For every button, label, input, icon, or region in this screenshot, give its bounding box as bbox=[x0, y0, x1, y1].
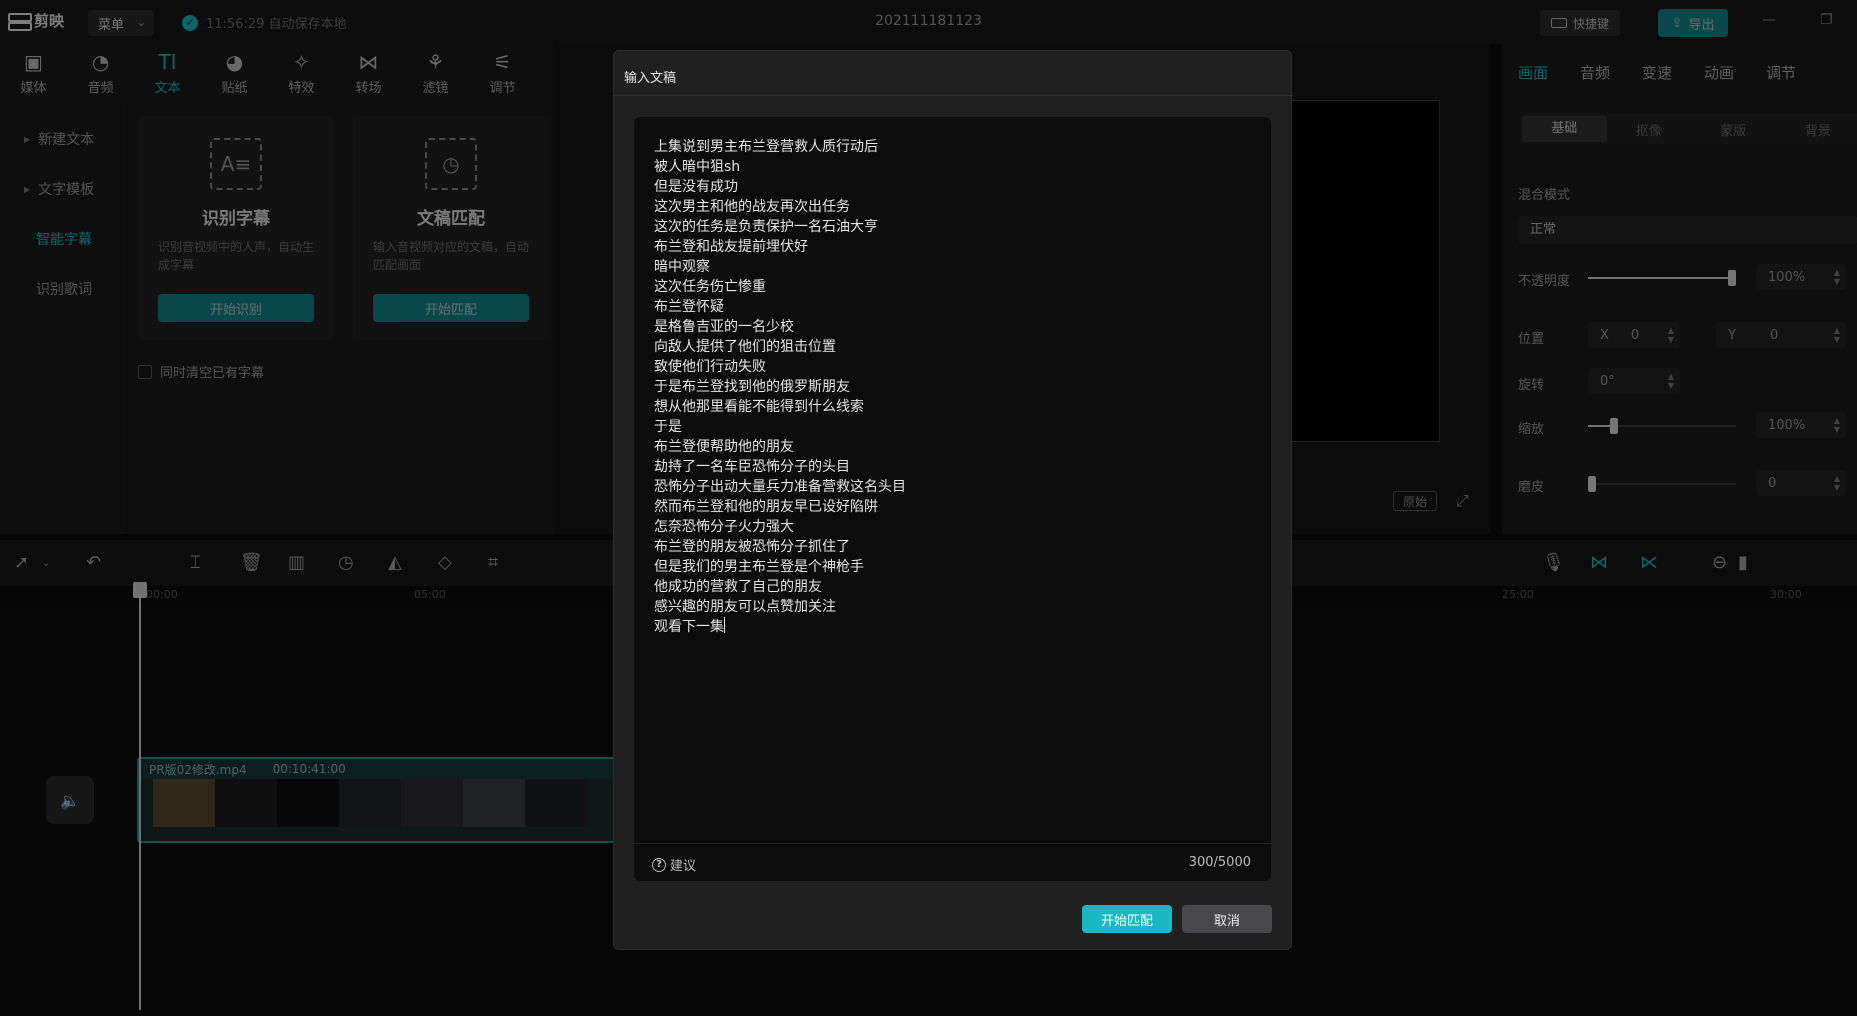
script-line: 观看下一集 bbox=[654, 617, 725, 635]
script-line: 这次任务伤亡惨重 bbox=[654, 279, 766, 295]
char-count: 300/5000 bbox=[1188, 855, 1251, 870]
script-line: 暗中观察 bbox=[654, 259, 710, 275]
start-match-button[interactable]: 开始匹配 bbox=[1082, 905, 1172, 933]
script-line: 他成功的营救了自己的朋友 bbox=[654, 579, 822, 595]
script-line: 于是布兰登找到他的俄罗斯朋友 bbox=[654, 379, 850, 395]
text-caret bbox=[724, 617, 725, 633]
script-line: 想从他那里看能不能得到什么线索 bbox=[654, 399, 864, 415]
help-icon: ? bbox=[652, 857, 666, 872]
script-line: 感兴趣的朋友可以点赞加关注 bbox=[654, 599, 836, 615]
script-line: 但是我们的男主布兰登是个神枪手 bbox=[654, 559, 864, 575]
script-textarea[interactable]: 上集说到男主布兰登营救人质行动后 被人暗中狙sh 但是没有成功这次男主和他的战友再次… bbox=[634, 117, 1271, 881]
script-line: 恐怖分子出动大量兵力准备营救这名头目 bbox=[654, 479, 906, 495]
script-line: 布兰登的朋友被恐怖分子抓住了 bbox=[654, 539, 850, 555]
script-line: 于是 bbox=[654, 419, 682, 435]
divider bbox=[614, 95, 1293, 96]
suggestion-link[interactable]: ? 建议 bbox=[652, 855, 696, 874]
suggestion-label: 建议 bbox=[670, 859, 697, 874]
script-line: 布兰登和战友提前埋伏好 bbox=[654, 239, 808, 255]
script-input-dialog: 输入文稿 上集说到男主布兰登营救人质行动后 被人暗中狙sh 但是没有成功这次男主和他… bbox=[613, 50, 1293, 950]
script-line: 布兰登便帮助他的朋友 bbox=[654, 439, 794, 455]
script-line: 劫持了一名车臣恐怖分子的头目 bbox=[654, 459, 850, 475]
script-line: 布兰登怀疑 bbox=[654, 299, 724, 315]
script-line: 致使他们行动失败 bbox=[654, 359, 766, 375]
cancel-button[interactable]: 取消 bbox=[1182, 905, 1272, 933]
script-line: 然而布兰登和他的朋友早已设好陷阱 bbox=[654, 499, 878, 515]
script-line: 怎奈恐怖分子火力强大 bbox=[654, 519, 794, 535]
script-line: 被人暗中狙sh bbox=[654, 159, 741, 175]
divider bbox=[634, 843, 1271, 844]
script-line: 这次男主和他的战友再次出任务 bbox=[654, 199, 850, 215]
script-text[interactable]: 上集说到男主布兰登营救人质行动后 被人暗中狙sh 但是没有成功这次男主和他的战友再次… bbox=[654, 137, 1251, 637]
script-line: 但是没有成功 bbox=[654, 179, 738, 195]
script-line: 是格鲁吉亚的一名少校 bbox=[654, 319, 794, 335]
script-line: 上集说到男主布兰登营救人质行动后 bbox=[654, 139, 878, 155]
script-line: 这次的任务是负责保护一名石油大亨 bbox=[654, 219, 878, 235]
script-line: 向敌人提供了他们的狙击位置 bbox=[654, 339, 836, 355]
dialog-title: 输入文稿 bbox=[624, 71, 677, 86]
